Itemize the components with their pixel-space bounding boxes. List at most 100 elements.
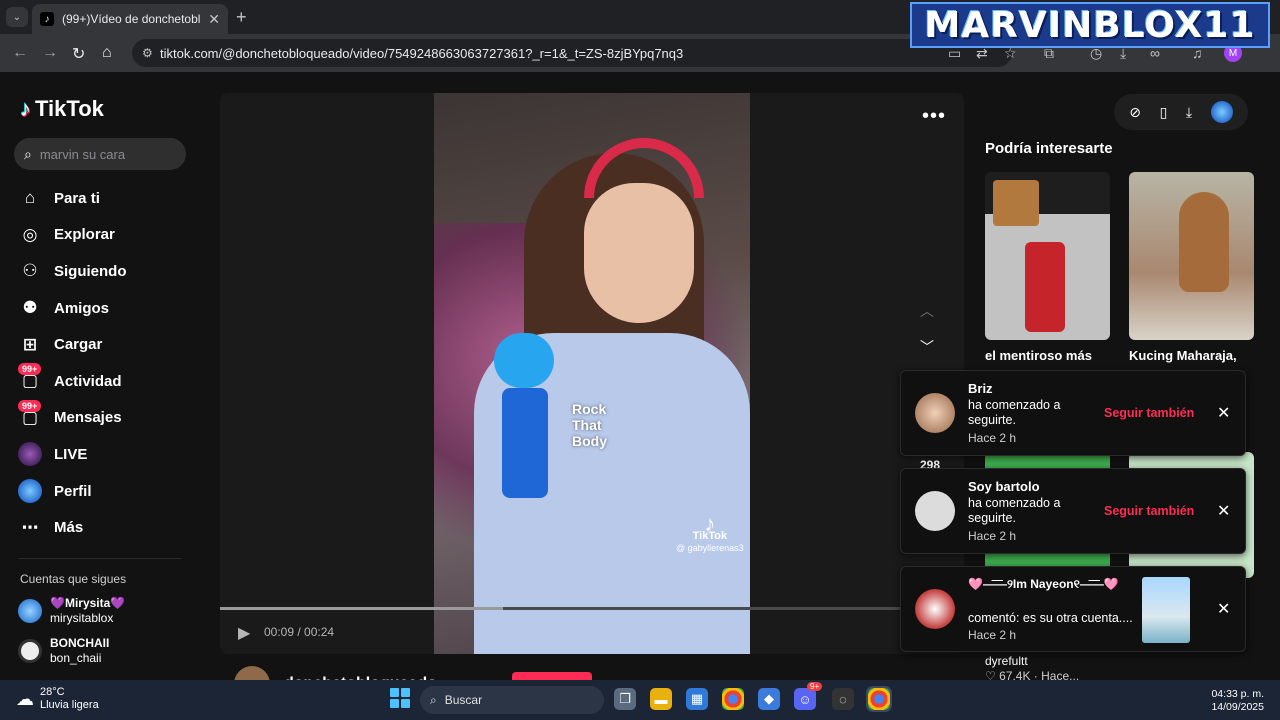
more-icon: ⋯	[21, 517, 39, 537]
tab-list-chevron-icon[interactable]: ⌄	[6, 7, 28, 27]
sidebar-nav: ⌂ Para ti ◎ Explorar ⚇ Siguiendo ⚉ Amigo…	[18, 180, 198, 546]
activity-icon: ▢ 99+	[18, 363, 42, 393]
address-bar[interactable]: ⚙ tiktok.com/@donchetobloqueado/video/75…	[132, 39, 1012, 67]
sidebar-divider	[18, 558, 182, 559]
user-avatar[interactable]	[1210, 101, 1233, 123]
person-face	[584, 183, 694, 323]
phone-icon[interactable]: ▯	[1160, 104, 1168, 121]
close-icon[interactable]: ✕	[1217, 599, 1230, 619]
nav-item-para-ti[interactable]: ⌂ Para ti	[18, 180, 198, 217]
close-tab-icon[interactable]: ✕	[208, 11, 220, 28]
notification-time: Hace 2 h	[968, 529, 1017, 543]
tiktok-note-icon: ♪	[704, 511, 716, 536]
windows-start-icon[interactable]	[390, 688, 410, 708]
chrome-icon[interactable]	[722, 688, 744, 710]
notification-text: comentó: es su otra cuenta....	[968, 611, 1133, 625]
weather-widget[interactable]: ☁ 28°C Lluvia ligera	[16, 686, 99, 712]
taskbar-search[interactable]: ⌕ Buscar	[420, 686, 604, 714]
follow-back-button[interactable]: Seguir también	[1104, 406, 1194, 420]
avatar	[915, 491, 955, 531]
recommended-author[interactable]: dyrefultt	[985, 654, 1028, 668]
chrome-active-icon[interactable]	[866, 686, 892, 712]
following-name: BONCHAII	[50, 636, 110, 650]
nav-label: LIVE	[54, 445, 88, 463]
recommended-video-thumb[interactable]	[985, 172, 1110, 340]
nav-label: Amigos	[54, 299, 110, 317]
compass-icon: ◎	[22, 224, 38, 244]
video-overlay-text: Rock That Body	[572, 401, 607, 449]
nav-item-siguiendo[interactable]: ⚇ Siguiendo	[18, 253, 198, 290]
following-handle: bon_chaii	[50, 651, 102, 665]
file-explorer-icon[interactable]: ▬	[650, 688, 672, 710]
follow-button[interactable]	[512, 672, 592, 680]
comment-video-thumb[interactable]	[1142, 577, 1190, 643]
notification-card[interactable]: Soy bartolo ha comenzado a seguirte. Hac…	[900, 468, 1246, 554]
download-icon[interactable]: ⤓	[1186, 104, 1192, 121]
nav-item-explorar[interactable]: ◎ Explorar	[18, 217, 198, 254]
nav-item-mensajes[interactable]: ▢ 99+ Mensajes	[18, 399, 198, 437]
following-item[interactable]: 💜Mirysita💜 mirysitablox	[18, 596, 125, 626]
author-row[interactable]: donchetobloqueado	[234, 666, 437, 680]
recommended-video-thumb[interactable]	[1129, 172, 1254, 340]
profile-avatar	[18, 479, 42, 504]
tiktok-page: ♪ TikTok ⌕ marvin su cara ⌂ Para ti ◎ Ex…	[0, 72, 1280, 680]
video-progress-bar[interactable]	[220, 607, 964, 610]
system-clock[interactable]: 04:33 p. m. 14/09/2025	[1200, 688, 1264, 714]
follow-back-button[interactable]: Seguir también	[1104, 504, 1194, 518]
notification-card[interactable]: Briz ha comenzado a seguirte. Hace 2 h S…	[900, 370, 1246, 456]
author-avatar[interactable]	[234, 666, 270, 680]
tiktok-watermark: ♪ TikTok @ gabyllerenas3	[676, 511, 744, 554]
forward-arrow-icon[interactable]: →	[42, 44, 58, 62]
previous-video-chevron-icon[interactable]: ︿	[920, 301, 934, 321]
nav-item-mas[interactable]: ⋯ Más	[18, 509, 198, 546]
back-arrow-icon[interactable]: ←	[12, 44, 28, 62]
play-icon[interactable]: ▶	[238, 623, 250, 643]
task-view-icon[interactable]: ❐	[614, 688, 636, 710]
more-options-icon[interactable]: •••	[922, 105, 946, 128]
site-settings-icon[interactable]: ⚙	[142, 46, 153, 60]
reload-icon[interactable]: ↻	[72, 44, 85, 64]
search-icon: ⌕	[24, 145, 32, 162]
coin-icon[interactable]: ⊘	[1129, 104, 1141, 121]
windows-taskbar: ☁ 28°C Lluvia ligera ⌕ Buscar ❐ ▬ ▦ ◆ ☺ 9…	[0, 680, 1280, 720]
nav-item-live[interactable]: LIVE	[18, 436, 198, 473]
taskbar-search-label: Buscar	[444, 693, 483, 707]
nav-label: Actividad	[54, 372, 122, 390]
nav-label: Perfil	[54, 482, 92, 500]
home-icon: ⌂	[24, 188, 36, 208]
temperature: 28°C	[40, 686, 65, 698]
home-icon[interactable]: ⌂	[102, 44, 112, 62]
right-toolbar: ⊘ ▯ ⤓	[1114, 94, 1248, 130]
following-item[interactable]: BONCHAII bon_chaii	[18, 636, 109, 666]
nav-label: Siguiendo	[54, 262, 127, 280]
roblox-icon[interactable]: ◆	[758, 688, 780, 710]
nav-item-perfil[interactable]: Perfil	[18, 473, 198, 510]
video-frame[interactable]: Rock That Body ♪ TikTok @ gabyllerenas3	[434, 93, 750, 654]
next-video-chevron-icon[interactable]: ﹀	[920, 337, 934, 357]
discord-icon[interactable]: ☺ 9+	[794, 682, 823, 710]
browser-tab[interactable]: ♪ (99+)Vídeo de donchetobloqueado ✕	[32, 4, 228, 34]
video-player[interactable]: Rock That Body ♪ TikTok @ gabyllerenas3 …	[220, 93, 964, 654]
nav-item-actividad[interactable]: ▢ 99+ Actividad	[18, 363, 198, 400]
close-icon[interactable]: ✕	[1217, 501, 1230, 521]
tiktok-logo[interactable]: ♪ TikTok	[20, 96, 104, 122]
headset	[584, 138, 704, 198]
logo-text: TikTok	[35, 96, 104, 121]
new-tab-plus-icon[interactable]: +	[236, 7, 247, 28]
nav-item-cargar[interactable]: ⊞ Cargar	[18, 326, 198, 363]
close-icon[interactable]: ✕	[1217, 403, 1230, 423]
recommended-caption[interactable]: el mentiroso más	[985, 348, 1092, 363]
notification-text: ha comenzado a seguirte.	[968, 496, 1061, 525]
nav-item-amigos[interactable]: ⚉ Amigos	[18, 290, 198, 327]
video-timecode: 00:09 / 00:24	[264, 625, 335, 639]
notification-card[interactable]: 🩷—͞͞—୨Im Nayeon୧—͞͞—🩷 comentó: es su otr…	[900, 566, 1246, 652]
clock-time: 04:33 p. m.	[1211, 688, 1264, 700]
app-icon[interactable]: ◌	[832, 688, 854, 710]
message-icon: ▢ 99+	[18, 399, 42, 430]
notification-name: Briz	[968, 381, 993, 396]
tiktok-note-icon: ♪	[20, 96, 31, 121]
search-input[interactable]: ⌕ marvin su cara	[14, 138, 186, 170]
notification-text: ha comenzado a seguirte.	[968, 398, 1061, 427]
recommended-caption[interactable]: Kucing Maharaja,	[1129, 348, 1237, 363]
store-icon[interactable]: ▦	[686, 688, 708, 710]
